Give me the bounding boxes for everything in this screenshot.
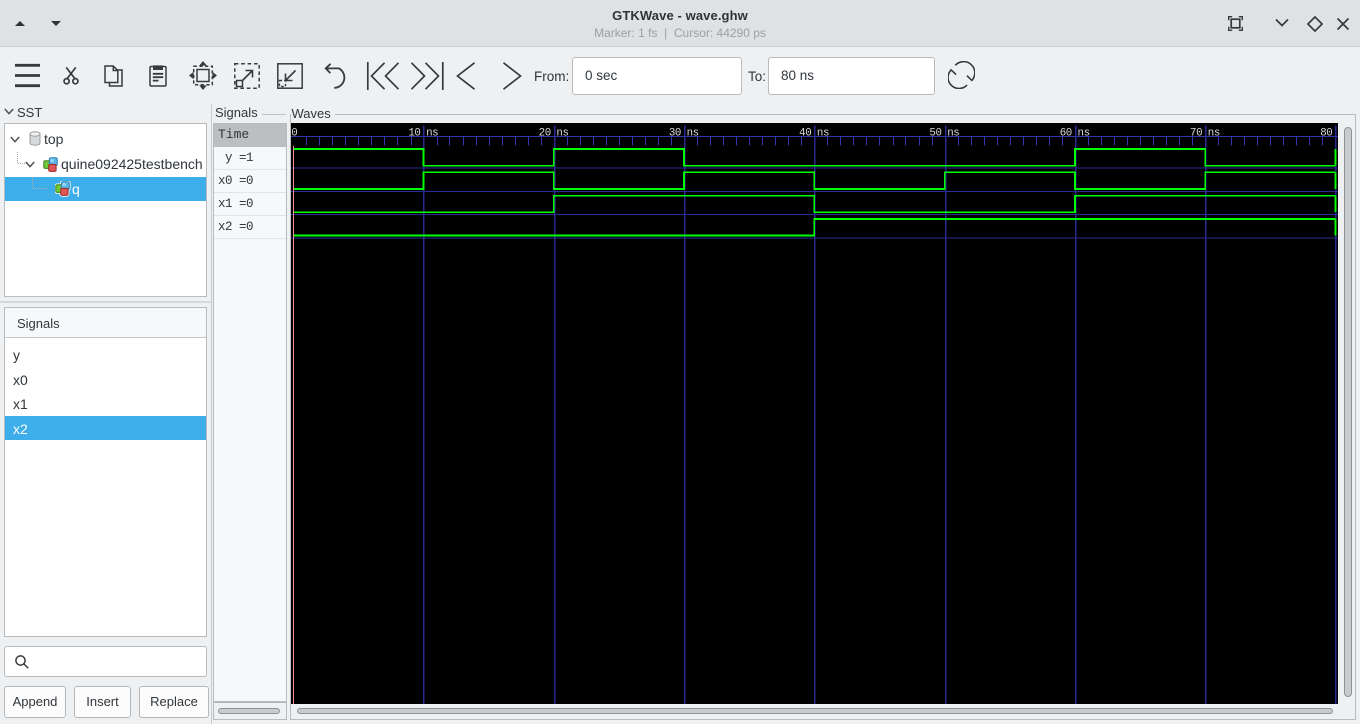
svg-text:ns: ns <box>556 127 568 139</box>
svg-text:70: 70 <box>1190 127 1202 139</box>
svg-text:0: 0 <box>291 127 297 139</box>
svg-text:ns: ns <box>687 127 699 139</box>
svg-text:ns: ns <box>1208 127 1220 139</box>
svg-text:60: 60 <box>1060 127 1072 139</box>
svg-text:40: 40 <box>799 127 811 139</box>
svg-text:ns: ns <box>817 127 829 139</box>
svg-text:80: 80 <box>1320 127 1332 139</box>
svg-text:ns: ns <box>426 127 438 139</box>
svg-text:50: 50 <box>929 127 941 139</box>
svg-text:ns: ns <box>1078 127 1090 139</box>
svg-text:ns: ns <box>947 127 959 139</box>
svg-text:30: 30 <box>669 127 681 139</box>
svg-text:20: 20 <box>539 127 551 139</box>
svg-text:10: 10 <box>408 127 420 139</box>
